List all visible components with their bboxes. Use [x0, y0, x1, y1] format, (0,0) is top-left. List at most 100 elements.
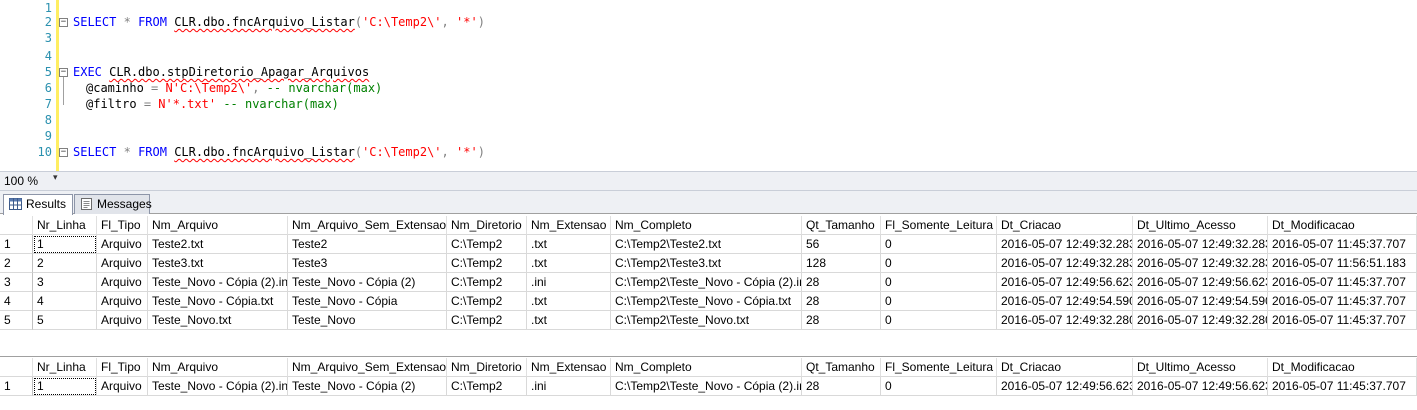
table-cell[interactable]: 2016-05-07 11:45:37.707 — [1268, 311, 1417, 330]
table-cell[interactable]: C:\Temp2 — [447, 377, 527, 396]
table-cell[interactable]: Teste_Novo — [288, 311, 447, 330]
table-cell[interactable]: 2016-05-07 12:49:32.283 — [1133, 254, 1268, 273]
table-cell[interactable]: Teste2.txt — [148, 235, 288, 254]
table-cell[interactable]: Arquivo — [97, 273, 148, 292]
row-number[interactable]: 4 — [0, 292, 33, 311]
column-header-nm-arquivo[interactable]: Nm_Arquivo — [148, 216, 288, 235]
table-cell[interactable]: 2016-05-07 11:56:51.183 — [1268, 254, 1417, 273]
table-cell[interactable]: 2016-05-07 12:49:56.623 — [1133, 273, 1268, 292]
table-cell[interactable]: Teste_Novo - Cópia.txt — [148, 292, 288, 311]
query-editor[interactable]: 1 2 3 4 5 6 7 8 9 10 − − − SELECT * FROM… — [0, 0, 1417, 171]
table-cell[interactable]: C:\Temp2 — [447, 311, 527, 330]
code-line-7[interactable]: @filtro = N'*.txt' -- nvarchar(max) — [86, 96, 339, 112]
table-cell[interactable]: 28 — [802, 377, 881, 396]
column-header-nm-arquivo-sem-extensao[interactable]: Nm_Arquivo_Sem_Extensao — [288, 358, 447, 377]
table-row[interactable]: 5 5 Arquivo Teste_Novo.txt Teste_Novo C:\Temp… — [0, 311, 1417, 330]
table-cell[interactable]: Teste_Novo - Cópia — [288, 292, 447, 311]
table-cell[interactable]: 0 — [881, 292, 997, 311]
table-cell[interactable]: 0 — [881, 377, 997, 396]
column-header-dt-ultimo-acesso[interactable]: Dt_Ultimo_Acesso — [1133, 358, 1268, 377]
grid-corner[interactable] — [0, 358, 33, 377]
tab-results[interactable]: Results — [3, 194, 73, 215]
table-cell[interactable]: 28 — [802, 311, 881, 330]
table-row[interactable]: 2 2 Arquivo Teste3.txt Teste3 C:\Temp2 .txt C:\… — [0, 254, 1417, 273]
table-cell[interactable]: 2016-05-07 12:49:32.283 — [997, 254, 1133, 273]
table-cell[interactable]: 2016-05-07 11:45:37.707 — [1268, 377, 1417, 396]
table-row[interactable]: 3 3 Arquivo Teste_Novo - Cópia (2).ini Teste… — [0, 273, 1417, 292]
table-cell[interactable]: .txt — [527, 235, 611, 254]
table-cell[interactable]: C:\Temp2 — [447, 235, 527, 254]
table-cell[interactable]: 3 — [33, 273, 97, 292]
table-row[interactable]: 4 4 Arquivo Teste_Novo - Cópia.txt Teste_Nov… — [0, 292, 1417, 311]
table-cell[interactable]: 4 — [33, 292, 97, 311]
column-header-nm-completo[interactable]: Nm_Completo — [611, 358, 802, 377]
column-header-nm-completo[interactable]: Nm_Completo — [611, 216, 802, 235]
table-cell[interactable]: .txt — [527, 311, 611, 330]
column-header-qt-tamanho[interactable]: Qt_Tamanho — [802, 216, 881, 235]
table-cell[interactable]: 5 — [33, 311, 97, 330]
table-cell[interactable]: 2016-05-07 11:45:37.707 — [1268, 292, 1417, 311]
table-cell[interactable]: .ini — [527, 273, 611, 292]
table-cell[interactable]: .txt — [527, 254, 611, 273]
table-cell[interactable]: .txt — [527, 292, 611, 311]
grid-corner[interactable] — [0, 216, 33, 235]
collapse-toggle-icon[interactable]: − — [59, 68, 68, 77]
table-cell[interactable]: Arquivo — [97, 292, 148, 311]
column-header-dt-modificacao[interactable]: Dt_Modificacao — [1268, 216, 1417, 235]
column-header-nr-linha[interactable]: Nr_Linha — [33, 216, 97, 235]
collapse-toggle-icon[interactable]: − — [59, 18, 68, 27]
column-header-nm-diretorio[interactable]: Nm_Diretorio — [447, 216, 527, 235]
table-cell[interactable]: Teste3.txt — [148, 254, 288, 273]
column-header-nr-linha[interactable]: Nr_Linha — [33, 358, 97, 377]
table-cell[interactable]: 2016-05-07 12:49:56.623 — [997, 377, 1133, 396]
table-cell[interactable]: 0 — [881, 273, 997, 292]
table-cell[interactable]: 2016-05-07 12:49:54.590 — [997, 292, 1133, 311]
table-cell[interactable]: 2016-05-07 11:45:37.707 — [1268, 235, 1417, 254]
column-header-fl-tipo[interactable]: Fl_Tipo — [97, 358, 148, 377]
table-cell[interactable]: C:\Temp2 — [447, 254, 527, 273]
results-grid-2[interactable]: Nr_Linha Fl_Tipo Nm_Arquivo Nm_Arquivo_Sem_… — [0, 356, 1417, 410]
code-line-2[interactable]: SELECT * FROM CLR.dbo.fncArquivo_Listar(… — [73, 14, 485, 30]
table-cell[interactable]: 2016-05-07 12:49:32.280 — [1133, 311, 1268, 330]
table-cell[interactable]: 2016-05-07 12:49:54.590 — [1133, 292, 1268, 311]
dropdown-arrow-icon[interactable]: ▾ — [53, 173, 58, 183]
table-cell[interactable]: .ini — [527, 377, 611, 396]
table-cell[interactable]: 2016-05-07 12:49:56.623 — [1133, 377, 1268, 396]
table-cell[interactable]: Teste_Novo - Cópia (2).ini — [148, 273, 288, 292]
table-cell[interactable]: C:\Temp2\Teste_Novo - Cópia (2).ini — [611, 273, 802, 292]
column-header-nm-arquivo[interactable]: Nm_Arquivo — [148, 358, 288, 377]
table-cell[interactable]: 0 — [881, 311, 997, 330]
table-row[interactable]: 1 1 Arquivo Teste2.txt Teste2 C:\Temp2 .txt C:\… — [0, 235, 1417, 254]
table-cell[interactable]: Teste2 — [288, 235, 447, 254]
zoom-select[interactable]: 100 % — [4, 174, 38, 188]
column-header-dt-criacao[interactable]: Dt_Criacao — [997, 216, 1133, 235]
code-line-5[interactable]: EXEC CLR.dbo.stpDiretorio_Apagar_Arquivo… — [73, 64, 369, 80]
row-number[interactable]: 1 — [0, 377, 33, 396]
table-cell[interactable]: C:\Temp2\Teste_Novo - Cópia (2).ini — [611, 377, 802, 396]
column-header-dt-ultimo-acesso[interactable]: Dt_Ultimo_Acesso — [1133, 216, 1268, 235]
table-cell[interactable]: 28 — [802, 273, 881, 292]
column-header-nm-diretorio[interactable]: Nm_Diretorio — [447, 358, 527, 377]
table-cell[interactable]: Teste_Novo - Cópia (2).ini — [148, 377, 288, 396]
column-header-fl-somente-leitura[interactable]: Fl_Somente_Leitura — [881, 358, 997, 377]
column-header-fl-tipo[interactable]: Fl_Tipo — [97, 216, 148, 235]
table-cell[interactable]: 0 — [881, 235, 997, 254]
table-cell[interactable]: C:\Temp2\Teste_Novo - Cópia.txt — [611, 292, 802, 311]
row-number[interactable]: 2 — [0, 254, 33, 273]
table-cell[interactable]: 2 — [33, 254, 97, 273]
table-cell[interactable]: 2016-05-07 12:49:32.283 — [997, 235, 1133, 254]
table-cell[interactable]: Arquivo — [97, 311, 148, 330]
table-cell[interactable]: 0 — [881, 254, 997, 273]
table-cell[interactable]: Arquivo — [97, 235, 148, 254]
table-cell[interactable]: C:\Temp2 — [447, 292, 527, 311]
row-number[interactable]: 1 — [0, 235, 33, 254]
table-cell[interactable]: 2016-05-07 12:49:56.623 — [997, 273, 1133, 292]
column-header-nm-arquivo-sem-extensao[interactable]: Nm_Arquivo_Sem_Extensao — [288, 216, 447, 235]
table-cell[interactable]: Arquivo — [97, 254, 148, 273]
column-header-nm-extensao[interactable]: Nm_Extensao — [527, 358, 611, 377]
tab-messages[interactable]: Messages — [74, 194, 152, 214]
table-cell[interactable]: C:\Temp2\Teste3.txt — [611, 254, 802, 273]
table-cell[interactable]: Arquivo — [97, 377, 148, 396]
row-number[interactable]: 5 — [0, 311, 33, 330]
table-cell[interactable]: Teste_Novo - Cópia (2) — [288, 377, 447, 396]
